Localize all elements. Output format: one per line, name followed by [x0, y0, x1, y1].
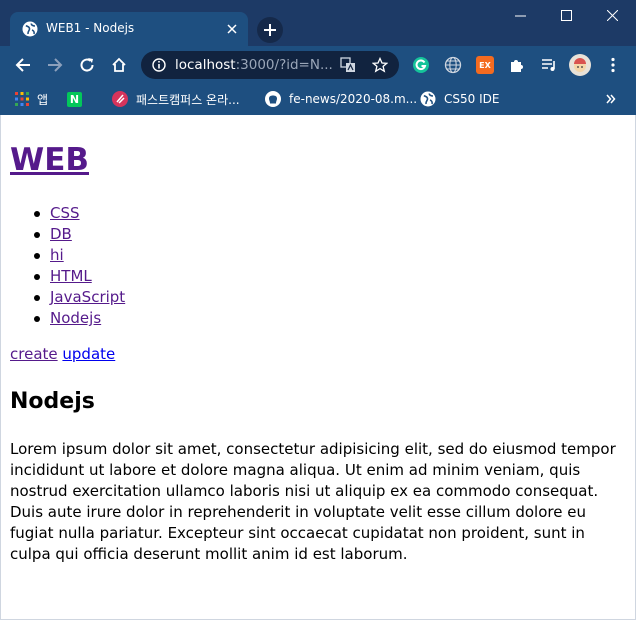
- forward-button[interactable]: [43, 53, 67, 77]
- arrow-left-icon: [15, 58, 30, 72]
- list-item: HTML: [10, 266, 125, 287]
- globe-grid-icon: [444, 56, 462, 74]
- reload-icon: [80, 58, 94, 72]
- tab-title: WEB1 - Nodejs: [46, 21, 135, 35]
- ex-extension[interactable]: EX: [473, 53, 497, 77]
- topic-link-css[interactable]: CSS: [50, 204, 80, 222]
- home-button[interactable]: [107, 53, 131, 77]
- bookmark-fastcampus[interactable]: 패스트캠퍼스 온라...: [112, 89, 240, 109]
- list-item: hi: [10, 245, 125, 266]
- page-heading: Nodejs: [10, 389, 95, 414]
- plus-icon: [264, 24, 276, 36]
- ex-extension-label: EX: [479, 60, 491, 70]
- extensions-button[interactable]: [505, 53, 529, 77]
- apps-grid-icon: [15, 92, 29, 106]
- topic-link-html[interactable]: HTML: [50, 267, 92, 285]
- list-item: JavaScript: [10, 287, 125, 308]
- arrow-right-icon: [48, 58, 63, 72]
- maximize-button[interactable]: [543, 0, 589, 30]
- media-control-button[interactable]: [537, 53, 561, 77]
- bookmark-cs50-ide[interactable]: CS50 IDE: [420, 89, 499, 109]
- create-link[interactable]: create: [10, 345, 58, 363]
- topic-link-hi[interactable]: hi: [50, 246, 64, 264]
- maximize-icon: [560, 9, 572, 21]
- ex-extension-icon: EX: [476, 56, 494, 74]
- url-host: localhost: [175, 57, 236, 73]
- double-chevron-right-icon: [606, 94, 616, 104]
- globe-icon: [420, 91, 436, 107]
- bookmark-apps[interactable]: 앱: [15, 89, 48, 109]
- back-button[interactable]: [11, 53, 35, 77]
- menu-button[interactable]: [601, 53, 625, 77]
- bookmark-label: 앱: [37, 92, 49, 107]
- topic-link-db[interactable]: DB: [50, 225, 72, 243]
- bookmarks-bar: 앱 N 패스트캠퍼스 온라... fe-news/2020-08.m... CS…: [0, 84, 636, 115]
- naver-icon: N: [67, 91, 82, 107]
- bookmark-naver[interactable]: N: [67, 89, 82, 109]
- kebab-menu-icon: [611, 57, 615, 73]
- list-item: DB: [10, 224, 125, 245]
- globe-icon: [22, 21, 38, 37]
- page-body-text: Lorem ipsum dolor sit amet, consectetur …: [10, 440, 616, 563]
- close-icon: [606, 9, 618, 21]
- grammarly-icon: [413, 57, 429, 73]
- info-icon[interactable]: [152, 58, 166, 72]
- topic-link-javascript[interactable]: JavaScript: [50, 288, 125, 306]
- list-item: CSS: [10, 203, 125, 224]
- more-bookmarks-button[interactable]: [606, 89, 616, 109]
- home-icon: [112, 57, 126, 72]
- star-icon[interactable]: [372, 57, 388, 73]
- title-bar: WEB1 - Nodejs: [0, 0, 636, 46]
- minimize-button[interactable]: [497, 0, 543, 30]
- puzzle-icon: [511, 60, 523, 72]
- translate-icon[interactable]: [340, 57, 356, 73]
- bookmark-label: CS50 IDE: [444, 92, 500, 106]
- playlist-icon: [542, 59, 555, 71]
- bookmark-label: fe-news/2020-08.m...: [289, 92, 418, 106]
- topic-link-nodejs[interactable]: Nodejs: [50, 309, 101, 327]
- list-item: Nodejs: [10, 308, 125, 329]
- update-link[interactable]: update: [62, 345, 115, 363]
- tab-close-icon[interactable]: [224, 21, 240, 37]
- reload-button[interactable]: [75, 53, 99, 77]
- fastcampus-icon: [112, 91, 128, 107]
- url-path: :3000/?id=N...: [235, 57, 333, 73]
- tab-web1-nodejs[interactable]: WEB1 - Nodejs: [10, 12, 248, 46]
- grammarly-extension[interactable]: [409, 53, 433, 77]
- close-window-button[interactable]: [589, 0, 635, 30]
- topic-list: CSS DB hi HTML JavaScript Nodejs: [10, 203, 125, 329]
- github-icon: [265, 91, 281, 107]
- minimize-icon: [514, 15, 526, 16]
- action-links: create update: [10, 345, 115, 363]
- avatar: [569, 54, 591, 76]
- site-title-link[interactable]: WEB: [10, 142, 89, 178]
- new-tab-button[interactable]: [257, 17, 283, 43]
- bookmark-label: 패스트캠퍼스 온라...: [136, 92, 240, 107]
- profile-button[interactable]: [568, 53, 592, 77]
- url-text[interactable]: localhost:3000/?id=N...: [175, 57, 333, 73]
- page-viewport: WEB CSS DB hi HTML JavaScript Nodejs cre…: [0, 115, 636, 620]
- globe-extension[interactable]: [441, 53, 465, 77]
- browser-toolbar: localhost:3000/?id=N... EX: [0, 46, 636, 84]
- address-bar[interactable]: localhost:3000/?id=N...: [141, 51, 399, 79]
- bookmark-fe-news[interactable]: fe-news/2020-08.m...: [265, 89, 417, 109]
